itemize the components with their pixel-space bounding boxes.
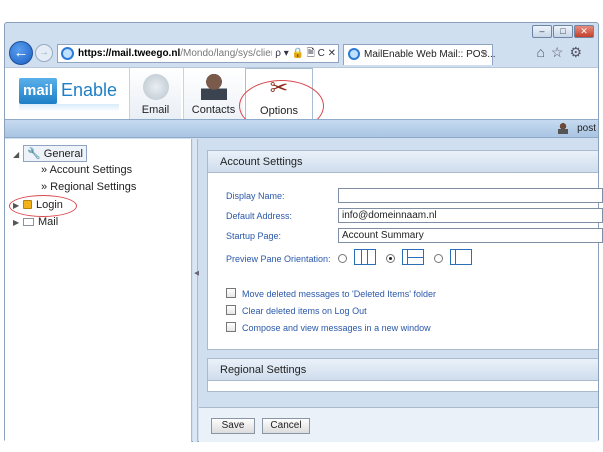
layout-bottom-icon xyxy=(402,249,424,265)
regional-settings-title: Regional Settings xyxy=(208,359,598,381)
account-settings-title: Account Settings xyxy=(208,151,598,173)
tab-close-icon[interactable]: × xyxy=(482,45,488,64)
close-window-button[interactable]: ✕ xyxy=(574,25,594,38)
envelope-icon xyxy=(23,218,34,226)
collapse-arrow-icon[interactable]: ◢ xyxy=(13,150,23,159)
startup-page-select[interactable]: Account Summary xyxy=(338,228,603,243)
logo-reflection xyxy=(19,104,119,112)
nav-contacts-label: Contacts xyxy=(191,104,236,116)
move-deleted-label: Move deleted messages to 'Deleted Items'… xyxy=(242,289,437,299)
address-path: /Mondo/lang/sys/clien xyxy=(180,48,277,59)
preview-right-radio[interactable] xyxy=(338,254,347,263)
login-annotation-circle xyxy=(9,195,77,217)
minimize-button[interactable]: – xyxy=(532,25,552,38)
logo-enable-text: Enable xyxy=(61,80,118,100)
save-button[interactable]: Save xyxy=(211,418,255,434)
preview-pane-label: Preview Pane Orientation: xyxy=(226,254,331,264)
expand-arrow-icon[interactable]: ▶ xyxy=(13,218,23,227)
tree-general-label: General xyxy=(43,148,83,160)
cancel-button[interactable]: Cancel xyxy=(262,418,310,434)
nav-contacts[interactable]: Contacts xyxy=(183,68,243,120)
logo-mail-box: mail xyxy=(19,78,57,104)
forward-button[interactable]: → xyxy=(35,44,53,62)
home-favorites-tools-icons[interactable]: ⌂☆⚙ xyxy=(536,44,588,61)
browser-nav-row: ← → https://mail.tweego.nl/Mondo/lang/sy… xyxy=(5,41,598,67)
maximize-button[interactable]: □ xyxy=(553,25,573,38)
tab-title: MailEnable Web Mail:: POS... xyxy=(364,49,496,60)
tree-mail-label: Mail xyxy=(38,216,59,228)
browser-tab[interactable]: MailEnable Web Mail:: POS... × xyxy=(343,44,496,65)
back-button[interactable]: ← xyxy=(9,41,33,65)
preview-pane-options xyxy=(338,249,498,267)
wrench-icon: 🔧 xyxy=(27,148,41,160)
tree-item-general[interactable]: ◢ 🔧 General xyxy=(13,145,87,162)
user-name[interactable]: post xyxy=(577,123,596,134)
browser-window: – □ ✕ ← → https://mail.tweego.nl/Mondo/l… xyxy=(4,22,603,442)
options-tree-pane: ◢ 🔧 General » Account Settings » Regional… xyxy=(5,139,192,442)
address-host: https://mail.tweego.nl xyxy=(78,48,181,59)
startup-page-label: Startup Page: xyxy=(226,231,282,241)
display-name-input[interactable] xyxy=(338,188,603,203)
pane-splitter[interactable]: ◀ xyxy=(193,139,199,442)
default-address-label: Default Address: xyxy=(226,211,293,221)
user-icon xyxy=(558,123,568,134)
preview-none-radio[interactable] xyxy=(434,254,443,263)
tree-item-account-settings[interactable]: » Account Settings xyxy=(41,164,132,176)
default-address-input[interactable]: info@domeinnaam.nl xyxy=(338,208,603,223)
nav-email-label: Email xyxy=(141,104,170,116)
compose-new-window-checkbox[interactable] xyxy=(226,322,236,332)
tree-item-regional-settings[interactable]: » Regional Settings xyxy=(41,181,136,193)
tree-item-mail[interactable]: ▶ Mail xyxy=(13,216,58,228)
user-bar: post xyxy=(5,119,598,138)
settings-pane: Account Settings Display Name: Default A… xyxy=(199,139,603,442)
clear-deleted-label: Clear deleted items on Log Out xyxy=(242,306,367,316)
envelope-icon xyxy=(142,74,169,100)
mailenable-logo: mail Enable xyxy=(19,78,129,112)
ie-page-icon xyxy=(61,47,74,60)
account-settings-panel: Account Settings Display Name: Default A… xyxy=(207,150,603,350)
title-bar: – □ ✕ xyxy=(5,23,598,41)
nav-email[interactable]: Email xyxy=(129,68,181,120)
action-bar: Save Cancel xyxy=(199,407,598,442)
address-bar[interactable]: https://mail.tweego.nl/Mondo/lang/sys/cl… xyxy=(57,44,339,63)
tab-ie-icon xyxy=(348,48,360,60)
layout-none-icon xyxy=(450,249,472,265)
person-icon xyxy=(200,74,227,100)
move-deleted-checkbox[interactable] xyxy=(226,288,236,298)
clear-deleted-checkbox[interactable] xyxy=(226,305,236,315)
regional-settings-panel: Regional Settings xyxy=(207,358,598,392)
layout-right-icon xyxy=(354,249,376,265)
preview-bottom-radio[interactable] xyxy=(386,254,395,263)
display-name-label: Display Name: xyxy=(226,191,285,201)
compose-new-window-label: Compose and view messages in a new windo… xyxy=(242,323,431,333)
address-tools-icons[interactable]: ρ ▾ 🔒 🗎 C ✕ xyxy=(272,45,336,62)
